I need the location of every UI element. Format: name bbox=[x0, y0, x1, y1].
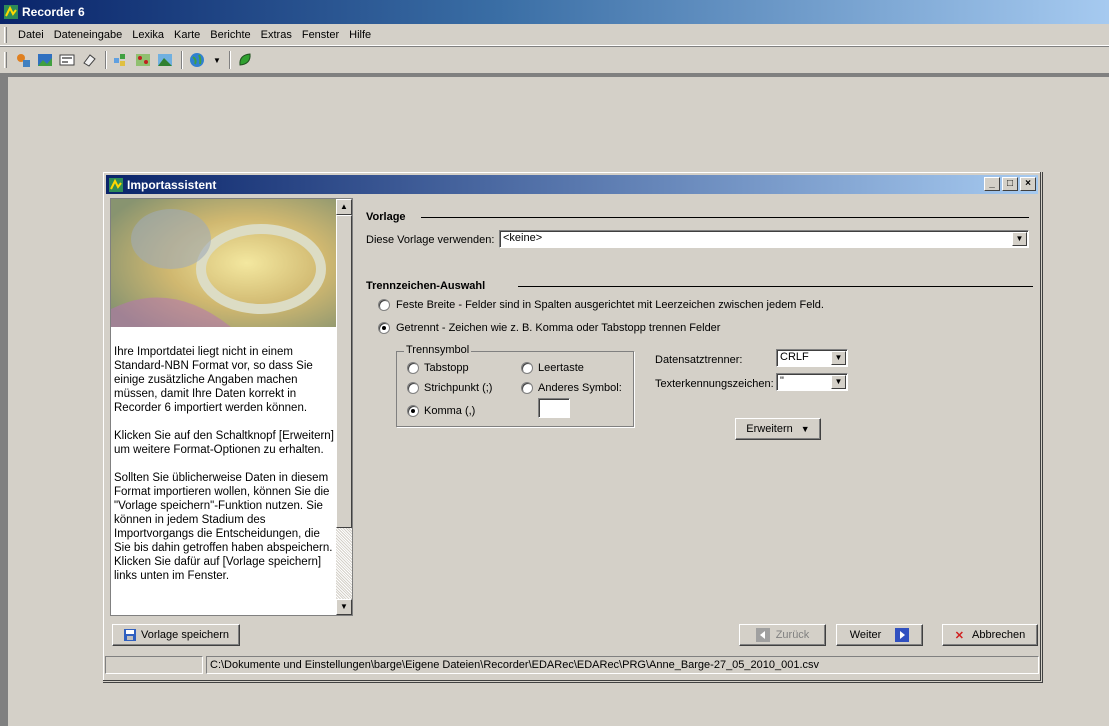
comma-label[interactable]: Komma (,) bbox=[424, 405, 475, 417]
menu-datei[interactable]: Datei bbox=[13, 27, 49, 43]
leaf-icon[interactable] bbox=[235, 50, 255, 70]
status-file-path: C:\Dokumente und Einstellungen\barge\Eig… bbox=[206, 656, 1039, 674]
observations-icon[interactable] bbox=[13, 50, 33, 70]
help-paragraph: Sollten Sie üblicherweise Daten in diese… bbox=[114, 472, 333, 582]
menu-grip bbox=[4, 26, 7, 43]
minimize-button[interactable]: _ bbox=[984, 177, 1000, 191]
import-wizard-dialog: Importassistent _ □ × Ihre Importdatei l… bbox=[102, 171, 1042, 682]
divider bbox=[518, 286, 1033, 287]
record-separator-value: CRLF bbox=[780, 351, 809, 363]
landscape-icon[interactable] bbox=[155, 50, 175, 70]
eraser-icon[interactable] bbox=[79, 50, 99, 70]
close-button[interactable]: × bbox=[1020, 177, 1036, 191]
space-label[interactable]: Leertaste bbox=[538, 362, 584, 374]
expand-button[interactable]: Erweitern ▼ bbox=[735, 418, 821, 440]
fixed-width-radio[interactable] bbox=[378, 299, 390, 311]
tab-label[interactable]: Tabstopp bbox=[424, 362, 469, 374]
recorder-app-icon bbox=[4, 5, 18, 19]
menu-hilfe[interactable]: Hilfe bbox=[344, 27, 376, 43]
record-separator-select[interactable]: CRLF ▼ bbox=[776, 349, 848, 367]
help-panel: Ihre Importdatei liegt nicht in einem St… bbox=[110, 198, 353, 616]
other-symbol-radio[interactable] bbox=[521, 382, 533, 394]
wizard-icon bbox=[109, 177, 123, 192]
divider bbox=[421, 217, 1029, 218]
template-select-value: <keine> bbox=[503, 232, 543, 244]
scroll-down-icon[interactable]: ▼ bbox=[336, 599, 352, 615]
dialog-title: Importassistent bbox=[127, 177, 217, 192]
text-qualifier-label: Texterkennungszeichen: bbox=[655, 378, 774, 390]
menu-karte[interactable]: Karte bbox=[169, 27, 205, 43]
help-paragraph: Ihre Importdatei liegt nicht in einem St… bbox=[114, 346, 313, 414]
help-paragraph: Klicken Sie auf den Schaltknopf [Erweite… bbox=[114, 430, 334, 456]
semicolon-radio[interactable] bbox=[407, 382, 419, 394]
text-qualifier-value: " bbox=[780, 375, 784, 387]
fixed-width-label[interactable]: Feste Breite - Felder sind in Spalten au… bbox=[396, 299, 824, 311]
menu-extras[interactable]: Extras bbox=[256, 27, 297, 43]
scroll-up-icon[interactable]: ▲ bbox=[336, 199, 352, 215]
app-title-bar: Recorder 6 bbox=[0, 0, 1109, 24]
cancel-button-label: Abbrechen bbox=[972, 629, 1026, 641]
expand-button-label: Erweitern bbox=[746, 423, 793, 435]
app-title: Recorder 6 bbox=[22, 5, 85, 19]
other-symbol-input[interactable] bbox=[538, 398, 570, 418]
space-radio[interactable] bbox=[521, 362, 533, 374]
cancel-button[interactable]: ✕ Abbrechen bbox=[942, 624, 1038, 646]
template-select[interactable]: <keine> ▼ bbox=[499, 230, 1029, 248]
next-button-label: Weiter bbox=[849, 629, 882, 641]
chevron-down-icon[interactable]: ▼ bbox=[831, 375, 846, 389]
menu-lexika[interactable]: Lexika bbox=[127, 27, 169, 43]
status-bar: C:\Dokumente und Einstellungen\barge\Eig… bbox=[105, 656, 1039, 676]
record-separator-label: Datensatztrenner: bbox=[655, 354, 743, 366]
toolbar-grip bbox=[4, 52, 7, 68]
comma-radio[interactable] bbox=[407, 405, 419, 417]
map-image-icon[interactable] bbox=[35, 50, 55, 70]
menu-bar: Datei Dateneingabe Lexika Karte Berichte… bbox=[0, 24, 1109, 46]
toolbar-separator bbox=[105, 51, 107, 69]
dialog-title-bar: Importassistent _ □ × bbox=[106, 175, 1038, 194]
help-text: Ihre Importdatei liegt nicht in einem St… bbox=[114, 345, 336, 597]
menu-dateneingabe[interactable]: Dateneingabe bbox=[49, 27, 128, 43]
globe-icon[interactable] bbox=[187, 50, 207, 70]
floppy-disk-icon bbox=[123, 629, 136, 641]
form-icon[interactable] bbox=[57, 50, 77, 70]
arrow-left-icon bbox=[755, 628, 770, 642]
toolbar: ▼ bbox=[0, 46, 1109, 74]
wizard-banner-image bbox=[111, 199, 337, 327]
tab-radio[interactable] bbox=[407, 362, 419, 374]
arrow-right-icon bbox=[895, 628, 910, 642]
delimiter-section-title: Trennzeichen-Auswahl bbox=[366, 280, 486, 292]
delimited-label[interactable]: Getrennt - Zeichen wie z. B. Komma oder … bbox=[396, 322, 720, 334]
scrollbar-thumb[interactable] bbox=[336, 215, 352, 528]
text-qualifier-select[interactable]: " ▼ bbox=[776, 373, 848, 391]
semicolon-label[interactable]: Strichpunkt (;) bbox=[424, 382, 492, 394]
template-label: Diese Vorlage verwenden: bbox=[366, 234, 495, 246]
back-button-label: Zurück bbox=[775, 629, 810, 641]
save-template-button[interactable]: Vorlage speichern bbox=[112, 624, 240, 646]
toolbar-separator bbox=[181, 51, 183, 69]
status-left-pane bbox=[105, 656, 203, 674]
separator-group-label: Trennsymbol bbox=[404, 344, 472, 356]
chevron-down-icon[interactable]: ▼ bbox=[1012, 232, 1027, 246]
back-button[interactable]: Zurück bbox=[739, 624, 826, 646]
grid-map-icon[interactable] bbox=[111, 50, 131, 70]
distribution-map-icon[interactable] bbox=[133, 50, 153, 70]
other-symbol-label[interactable]: Anderes Symbol: bbox=[538, 382, 622, 394]
help-scrollbar[interactable]: ▲ ▼ bbox=[336, 199, 352, 615]
next-button[interactable]: Weiter bbox=[836, 624, 923, 646]
menu-berichte[interactable]: Berichte bbox=[205, 27, 255, 43]
chevron-down-icon[interactable]: ▼ bbox=[213, 56, 221, 65]
vorlage-section-title: Vorlage bbox=[366, 211, 406, 223]
toolbar-separator bbox=[228, 51, 231, 69]
save-template-label: Vorlage speichern bbox=[140, 629, 230, 641]
menu-fenster[interactable]: Fenster bbox=[297, 27, 344, 43]
chevron-down-icon[interactable]: ▼ bbox=[831, 351, 846, 365]
cancel-x-icon: ✕ bbox=[954, 629, 964, 642]
double-chevron-down-icon: ▼ bbox=[800, 424, 810, 434]
delimited-radio[interactable] bbox=[378, 322, 390, 334]
maximize-button[interactable]: □ bbox=[1002, 177, 1018, 191]
